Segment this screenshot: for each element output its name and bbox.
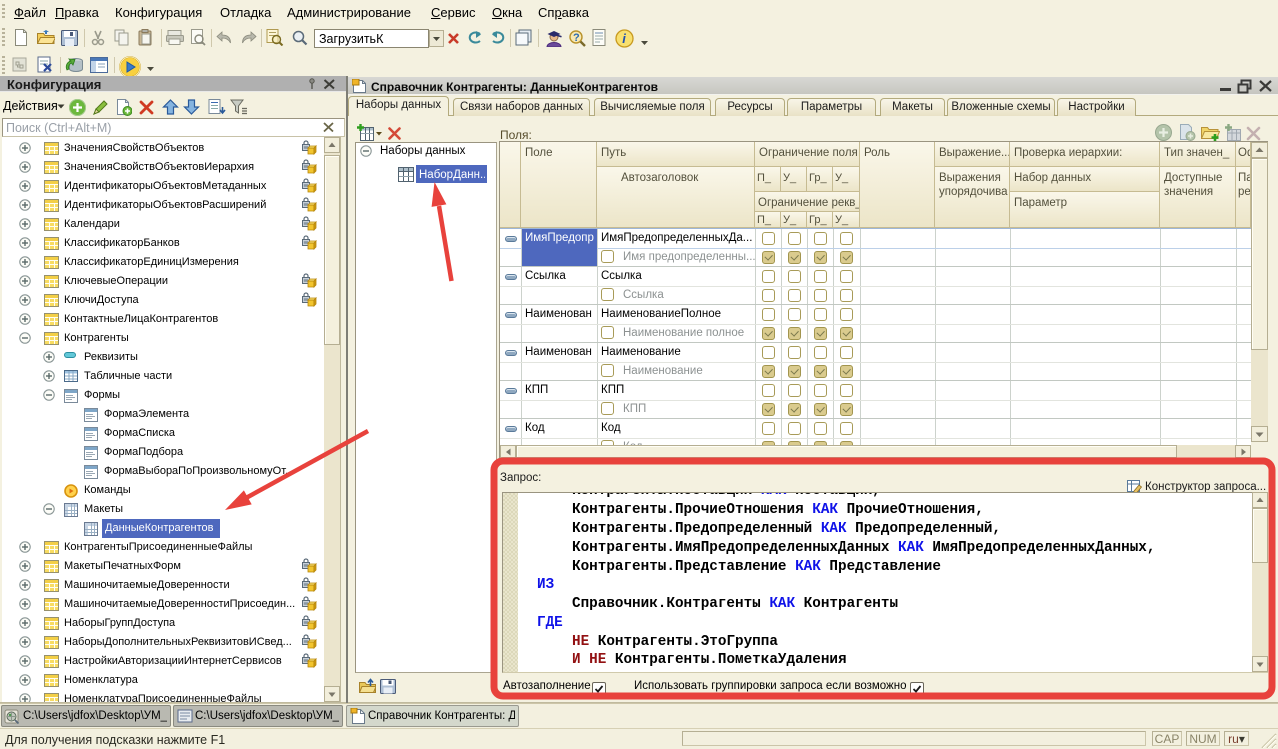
svg-text:i: i [622, 31, 626, 46]
svg-text:?: ? [573, 32, 580, 44]
